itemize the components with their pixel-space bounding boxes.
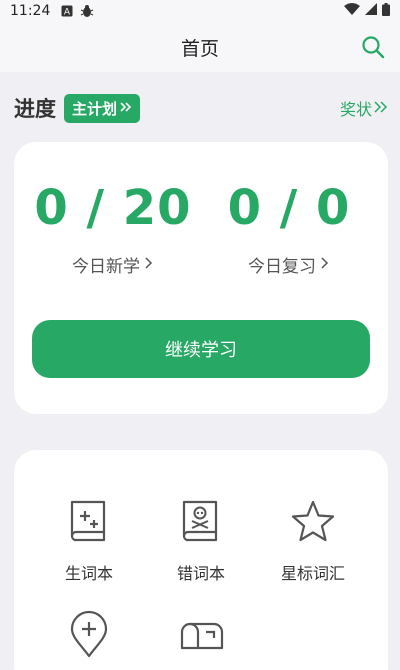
- tool-label: 星标词汇: [280, 564, 345, 583]
- review-stat[interactable]: 0 / 0 今日复习: [204, 178, 374, 277]
- reward-link[interactable]: 奖状: [340, 96, 388, 120]
- signal-icon: [365, 3, 377, 19]
- progress-row: 进度 主计划 奖状: [14, 92, 388, 124]
- search-icon[interactable]: [360, 34, 386, 60]
- mailbox-icon: [180, 622, 224, 650]
- double-chevron-right-icon: [374, 99, 388, 118]
- reward-label: 奖状: [339, 100, 372, 119]
- svg-text:A: A: [64, 8, 71, 18]
- wrong-words-book-icon: [182, 500, 218, 542]
- progress-card: 0 / 20 今日新学 0 / 0 今日复习 继续学习: [14, 142, 388, 414]
- status-right-icons: [344, 2, 390, 20]
- app-header: 首页: [0, 22, 400, 72]
- chevron-right-icon: [144, 255, 154, 275]
- status-time: 11:24: [10, 3, 51, 19]
- double-chevron-right-icon: [120, 99, 132, 117]
- main-plan-label: 主计划: [72, 99, 118, 118]
- new-words-label-row: 今日新学: [28, 252, 198, 277]
- new-words-stat[interactable]: 0 / 20 今日新学: [28, 178, 198, 277]
- new-words-book-button[interactable]: 生词本: [34, 498, 144, 584]
- progress-label: 进度: [14, 97, 56, 121]
- tool-label: 生词本: [64, 564, 113, 583]
- location-add-button[interactable]: [34, 610, 144, 670]
- wifi-icon: [344, 3, 360, 19]
- page-title: 首页: [180, 37, 219, 60]
- new-words-book-icon: [70, 500, 106, 542]
- new-words-count: 0 / 20: [34, 180, 192, 236]
- a-badge-icon: A: [60, 4, 74, 18]
- status-bar: 11:24 A: [0, 0, 400, 22]
- wrong-words-book-button[interactable]: 错词本: [146, 498, 256, 584]
- review-count: 0 / 0: [227, 180, 351, 236]
- location-add-icon: [70, 610, 108, 658]
- bug-icon: [80, 4, 94, 18]
- continue-learning-button[interactable]: 继续学习: [32, 320, 370, 378]
- mailbox-button[interactable]: [146, 610, 256, 670]
- review-label: 今日复习: [248, 257, 316, 277]
- chevron-right-icon: [320, 255, 330, 275]
- star-icon: [291, 500, 335, 542]
- tool-label: 错词本: [176, 564, 225, 583]
- review-label-row: 今日复习: [204, 252, 374, 277]
- tools-card: 生词本 错词本 星标词汇: [14, 450, 388, 670]
- main-plan-button[interactable]: 主计划: [64, 93, 141, 123]
- battery-icon: [382, 2, 390, 20]
- starred-words-button[interactable]: 星标词汇: [258, 498, 368, 584]
- new-words-label: 今日新学: [72, 257, 140, 277]
